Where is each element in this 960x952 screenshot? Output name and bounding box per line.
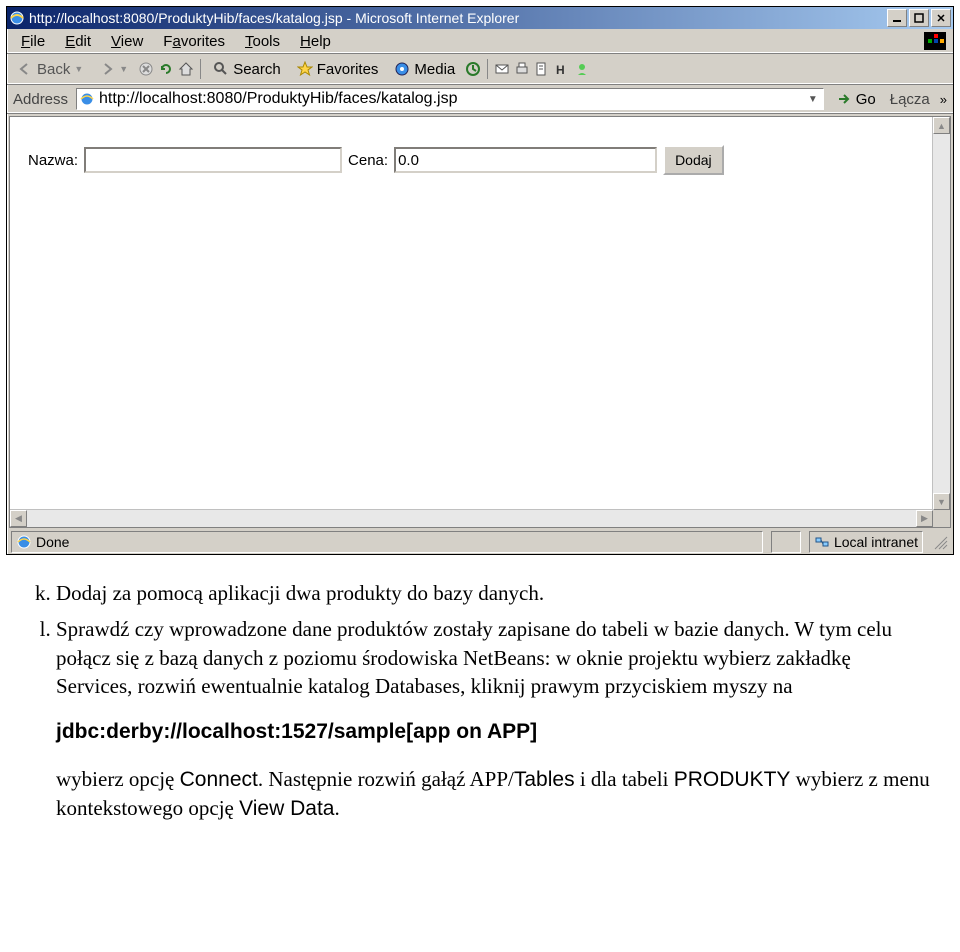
scroll-corner — [933, 510, 950, 527]
chevron-down-icon[interactable]: ▼ — [805, 94, 821, 105]
window-title: http://localhost:8080/ProduktyHib/faces/… — [29, 10, 885, 26]
history-icon[interactable] — [465, 61, 481, 77]
refresh-icon[interactable] — [158, 61, 174, 77]
menu-file[interactable]: File — [11, 31, 55, 52]
go-button[interactable]: Go — [830, 91, 882, 108]
list-item-k: Dodaj za pomocą aplikacji dwa produkty d… — [56, 579, 930, 607]
separator — [487, 59, 488, 79]
ie-logo-icon — [9, 10, 25, 26]
maximize-button[interactable] — [909, 9, 929, 27]
jdbc-url: jdbc:derby://localhost:1527/sample[app o… — [56, 718, 930, 746]
zone-pane: Local intranet — [809, 531, 923, 553]
menu-edit[interactable]: Edit — [55, 31, 101, 52]
address-input[interactable]: http://localhost:8080/ProduktyHib/faces/… — [76, 88, 824, 110]
cena-input[interactable] — [394, 147, 657, 173]
scroll-left-icon[interactable]: ◀ — [10, 510, 27, 527]
back-arrow-icon — [17, 61, 33, 77]
viewdata-label: View Data — [239, 797, 334, 820]
horizontal-scrollbar[interactable]: ◀ ▶ — [10, 509, 933, 527]
separator — [200, 59, 201, 79]
status-text: Done — [36, 534, 69, 550]
nazwa-input[interactable] — [84, 147, 342, 173]
scroll-down-icon[interactable]: ▼ — [933, 493, 950, 510]
ie-page-icon — [16, 534, 32, 550]
statusbar: Done Local intranet — [7, 530, 953, 554]
menubar: File Edit View Favorites Tools Help — [7, 29, 953, 54]
status-pane-empty — [771, 531, 801, 553]
home-icon[interactable] — [178, 61, 194, 77]
forward-button[interactable]: ▼ — [93, 59, 134, 79]
search-icon — [213, 61, 229, 77]
favorites-label: Favorites — [317, 61, 379, 78]
svg-text:H: H — [556, 63, 565, 77]
produkty-label: PRODUKTY — [674, 768, 791, 791]
edit-icon[interactable] — [534, 61, 550, 77]
zone-label: Local intranet — [834, 534, 918, 550]
content-viewport: Nazwa: Cena: Dodaj ▲ ▼ ◀ ▶ — [9, 116, 951, 528]
media-icon — [394, 61, 410, 77]
connect-label: Connect — [180, 768, 258, 791]
chevron-down-icon: ▼ — [119, 64, 128, 74]
ie-throbber-icon — [921, 31, 949, 51]
resize-grip-icon[interactable] — [931, 533, 949, 551]
mail-icon[interactable] — [494, 61, 510, 77]
search-button[interactable]: Search — [207, 59, 287, 80]
vertical-scrollbar[interactable]: ▲ ▼ — [932, 117, 950, 510]
forward-arrow-icon — [99, 61, 115, 77]
menu-tools[interactable]: Tools — [235, 31, 290, 52]
menu-view[interactable]: View — [101, 31, 153, 52]
star-icon — [297, 61, 313, 77]
scroll-right-icon[interactable]: ▶ — [916, 510, 933, 527]
status-text-pane: Done — [11, 531, 763, 553]
stop-icon[interactable] — [138, 61, 154, 77]
chevron-down-icon: ▼ — [74, 64, 83, 74]
favorites-button[interactable]: Favorites — [291, 59, 385, 80]
address-label: Address — [11, 91, 70, 108]
minimize-button[interactable] — [887, 9, 907, 27]
search-label: Search — [233, 61, 281, 78]
ie-window: http://localhost:8080/ProduktyHib/faces/… — [6, 6, 954, 555]
ie-page-icon — [79, 91, 95, 107]
links-label[interactable]: Łącza — [888, 91, 932, 108]
tables-label: Tables — [514, 768, 575, 791]
address-url: http://localhost:8080/ProduktyHib/faces/… — [99, 90, 457, 108]
dodaj-button[interactable]: Dodaj — [663, 145, 724, 175]
menu-help[interactable]: Help — [290, 31, 341, 52]
menu-favorites[interactable]: Favorites — [153, 31, 235, 52]
intranet-icon — [814, 534, 830, 550]
go-arrow-icon — [836, 91, 852, 107]
go-label: Go — [856, 91, 876, 108]
back-button[interactable]: Back ▼ — [11, 59, 89, 80]
print-icon[interactable] — [514, 61, 530, 77]
media-label: Media — [414, 61, 455, 78]
close-button[interactable] — [931, 9, 951, 27]
page-form: Nazwa: Cena: Dodaj — [10, 117, 950, 175]
addressbar: Address http://localhost:8080/ProduktyHi… — [7, 85, 953, 114]
chevron-right-icon[interactable]: » — [938, 92, 949, 107]
document-text: Dodaj za pomocą aplikacji dwa produkty d… — [0, 561, 960, 861]
scroll-up-icon[interactable]: ▲ — [933, 117, 950, 134]
cena-label: Cena: — [348, 152, 388, 169]
toolbar: Back ▼ ▼ Search Favorites Media H — [7, 54, 953, 85]
media-button[interactable]: Media — [388, 59, 461, 80]
list-item-l: Sprawdź czy wprowadzone dane produktów z… — [56, 615, 930, 823]
titlebar: http://localhost:8080/ProduktyHib/faces/… — [7, 7, 953, 29]
messenger-icon[interactable] — [574, 61, 590, 77]
discuss-icon[interactable]: H — [554, 61, 570, 77]
back-label: Back — [37, 61, 70, 78]
nazwa-label: Nazwa: — [28, 152, 78, 169]
